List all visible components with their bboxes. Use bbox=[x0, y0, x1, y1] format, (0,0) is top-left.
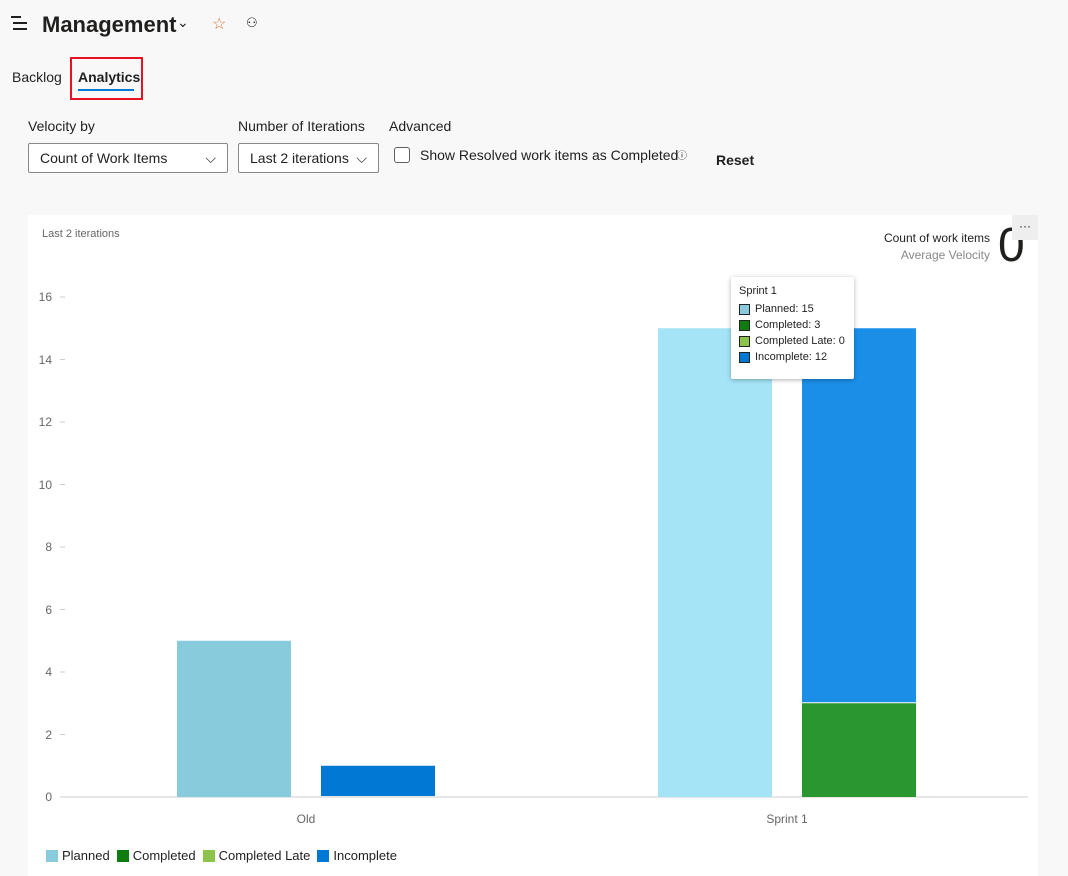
y-tick-label: 6 bbox=[45, 602, 52, 617]
legend-label: Completed Late bbox=[218, 848, 311, 863]
legend-label: Completed bbox=[132, 848, 196, 863]
y-tick-label: 16 bbox=[38, 290, 52, 304]
legend-swatch bbox=[46, 849, 58, 862]
y-tick-label: 8 bbox=[45, 540, 52, 554]
bar-planned[interactable] bbox=[177, 640, 291, 797]
bar-incomplete[interactable] bbox=[321, 765, 435, 796]
y-tick-label: 2 bbox=[45, 727, 52, 742]
legend-completed[interactable]: Completed bbox=[116, 848, 196, 863]
completed-late-swatch bbox=[739, 335, 750, 347]
tooltip-row: Completed Late: 0 bbox=[755, 335, 845, 347]
legend-completed-late[interactable]: Completed Late bbox=[202, 848, 311, 863]
y-tick-label: 10 bbox=[38, 477, 52, 492]
y-tick-label: 0 bbox=[45, 790, 52, 804]
legend-label: Incomplete bbox=[333, 848, 397, 863]
velocity-chart: Old Sprint 1 bbox=[60, 296, 1028, 826]
tooltip-title: Sprint 1 bbox=[739, 285, 777, 297]
tooltip-row: Planned: 15 bbox=[755, 303, 814, 315]
bar-planned[interactable] bbox=[658, 328, 772, 797]
y-tick-label: 12 bbox=[38, 415, 52, 429]
legend-swatch bbox=[202, 849, 215, 862]
incomplete-swatch bbox=[739, 351, 750, 363]
legend-swatch bbox=[116, 849, 129, 862]
chart-tooltip: Sprint 1 Planned: 15 Completed: 3 Comple… bbox=[731, 277, 854, 379]
tooltip-row: Incomplete: 12 bbox=[755, 351, 828, 363]
bar-completed[interactable] bbox=[802, 703, 916, 797]
tooltip-row: Completed: 3 bbox=[755, 319, 821, 331]
legend-label: Planned bbox=[62, 848, 110, 863]
x-tick-label: Old bbox=[297, 812, 316, 826]
y-tick-label: 14 bbox=[38, 352, 52, 367]
bar-incomplete[interactable] bbox=[802, 328, 916, 703]
planned-swatch bbox=[739, 303, 750, 315]
x-tick-label: Sprint 1 bbox=[766, 812, 808, 826]
chart-legend: Planned Completed Completed Late Incompl… bbox=[46, 848, 397, 863]
y-tick-label: 4 bbox=[45, 665, 52, 679]
legend-planned[interactable]: Planned bbox=[46, 848, 110, 863]
completed-swatch bbox=[739, 319, 750, 331]
legend-swatch bbox=[317, 849, 330, 862]
legend-incomplete[interactable]: Incomplete bbox=[317, 848, 397, 863]
